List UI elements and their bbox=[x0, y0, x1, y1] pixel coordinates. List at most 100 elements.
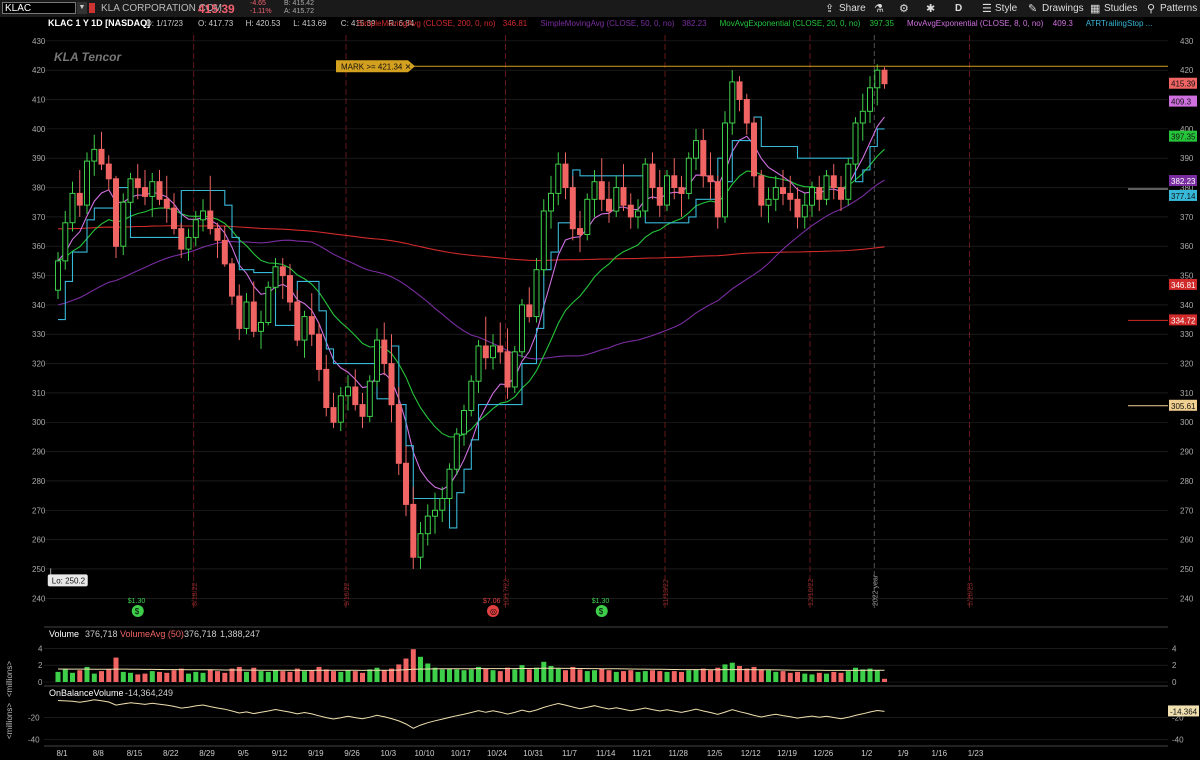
volume-bar-113 bbox=[874, 670, 880, 682]
symbol-dropdown-icon[interactable]: ▼ bbox=[77, 2, 87, 14]
candle-body-50 bbox=[417, 533, 424, 558]
candle-body-64 bbox=[519, 304, 525, 353]
volume-bar-26 bbox=[244, 671, 249, 682]
right-price-tick-420: 420 bbox=[1180, 66, 1194, 75]
volume-bar-10 bbox=[128, 672, 133, 682]
right-price-tick-340: 340 bbox=[1180, 301, 1194, 310]
volume-bar-77 bbox=[613, 671, 619, 682]
candle-body-101 bbox=[787, 192, 794, 200]
date-tick-20: 12/19 bbox=[777, 749, 798, 758]
volume-bar-52 bbox=[432, 667, 438, 682]
patterns-button[interactable]: Patterns bbox=[1160, 3, 1197, 14]
candle-body-88 bbox=[693, 140, 699, 159]
candle-body-103 bbox=[801, 204, 808, 218]
date-tick-3: 8/22 bbox=[163, 749, 179, 758]
left-price-tick-250: 250 bbox=[32, 565, 46, 574]
volume-bar-12 bbox=[142, 673, 148, 682]
right-price-tick-290: 290 bbox=[1180, 448, 1194, 457]
volume-bar-96 bbox=[751, 666, 757, 682]
volume-bar-56 bbox=[461, 670, 467, 682]
candle-body-46 bbox=[388, 363, 395, 406]
gear-icon[interactable]: ✱ bbox=[926, 2, 935, 15]
volume-bar-2 bbox=[70, 672, 75, 682]
month-label-0: 8/18/22 bbox=[192, 583, 199, 606]
volume-bar-87 bbox=[686, 670, 692, 682]
volume-bar-99 bbox=[773, 671, 779, 682]
candle-body-19 bbox=[192, 219, 199, 238]
timeframe-button[interactable]: D bbox=[955, 3, 962, 14]
date-tick-8: 9/26 bbox=[344, 749, 360, 758]
right-price-tick-240: 240 bbox=[1180, 594, 1194, 603]
candle-body-5 bbox=[91, 148, 98, 162]
drawings-button[interactable]: Drawings bbox=[1042, 3, 1084, 14]
volume-bar-104 bbox=[809, 674, 815, 682]
candle-body-66 bbox=[533, 269, 540, 318]
volume-bar-61 bbox=[497, 671, 503, 682]
volume-bar-64 bbox=[519, 665, 525, 682]
style-button[interactable]: Style bbox=[995, 3, 1017, 14]
right-price-tick-430: 430 bbox=[1180, 37, 1194, 46]
volume-bar-49 bbox=[410, 649, 416, 682]
candle-body-12 bbox=[142, 187, 148, 197]
date-tick-6: 9/12 bbox=[272, 749, 288, 758]
logo: KLA Tencor bbox=[54, 50, 122, 64]
price-tag-2: 397.35 bbox=[1171, 133, 1196, 142]
candle-body-18 bbox=[185, 236, 192, 250]
settings-icon[interactable]: ⚙ bbox=[899, 2, 909, 15]
volume-bar-73 bbox=[584, 671, 590, 682]
date-tick-4: 8/29 bbox=[199, 749, 215, 758]
candle-body-111 bbox=[859, 110, 866, 124]
top-toolbar: ▼ KLA CORPORATION COM 415.39 -4.65-1.11%… bbox=[0, 0, 1200, 18]
share-button[interactable]: Share bbox=[839, 3, 866, 14]
candle-body-68 bbox=[548, 192, 554, 212]
left-price-tick-300: 300 bbox=[32, 418, 46, 427]
left-price-tick-430: 430 bbox=[32, 37, 46, 46]
studies-button[interactable]: Studies bbox=[1104, 3, 1137, 14]
volume-unit-label: <millions> bbox=[5, 661, 14, 697]
drawings-icon[interactable]: ✎ bbox=[1028, 2, 1037, 15]
share-icon[interactable]: ⇪ bbox=[825, 2, 834, 15]
candle-body-52 bbox=[432, 509, 438, 517]
patterns-icon[interactable]: ⚲ bbox=[1147, 2, 1155, 15]
candle-body-23 bbox=[221, 239, 228, 265]
date-tick-24: 1/16 bbox=[931, 749, 947, 758]
candle-body-89 bbox=[700, 140, 707, 177]
alert-flag-icon[interactable] bbox=[89, 3, 95, 13]
volume-bar-92 bbox=[722, 664, 728, 682]
right-price-tick-300: 300 bbox=[1180, 418, 1194, 427]
volume-value: 376,718 bbox=[85, 629, 118, 639]
legend-studies: SimpleMovingAvg (CLOSE, 200, 0, no) 346.8… bbox=[357, 19, 1152, 28]
volume-bar-23 bbox=[222, 672, 228, 682]
legend-study-3: MovAvgExponential (CLOSE, 8, 0, no) bbox=[907, 19, 1044, 28]
candle-body-48 bbox=[403, 462, 409, 505]
style-icon[interactable]: ☰ bbox=[982, 2, 992, 15]
lo-label: Lo: 250.2 bbox=[52, 576, 86, 585]
right-price-tick-390: 390 bbox=[1180, 154, 1194, 163]
candle-body-109 bbox=[845, 163, 852, 200]
chart-area[interactable]: KLAC 1 Y 1D [NASDAQ] D: 1/17/23 O: 417.73… bbox=[0, 17, 1200, 760]
studies-icon[interactable]: ▦ bbox=[1090, 2, 1100, 15]
volume-bar-39 bbox=[338, 671, 344, 682]
candle-body-75 bbox=[598, 181, 605, 200]
candle-body-76 bbox=[606, 198, 612, 212]
legend-ohlc-1: O: 417.73 bbox=[198, 19, 234, 28]
flask-icon[interactable]: ⚗ bbox=[874, 2, 884, 15]
volume-bar-65 bbox=[526, 669, 532, 682]
candle-body-4 bbox=[84, 160, 90, 206]
candle-body-11 bbox=[134, 178, 141, 189]
candle-body-37 bbox=[323, 368, 330, 408]
volume-bar-102 bbox=[795, 671, 800, 682]
candle-body-35 bbox=[308, 316, 315, 335]
volume-bar-79 bbox=[628, 670, 634, 682]
symbol-input[interactable] bbox=[2, 2, 76, 14]
obv-tick-left--20: -20 bbox=[28, 714, 40, 723]
volume-bar-109 bbox=[845, 671, 851, 682]
candle-body-105 bbox=[816, 187, 823, 200]
volume-bar-71 bbox=[570, 666, 576, 682]
candle-body-3 bbox=[76, 192, 83, 206]
candle-body-21 bbox=[207, 210, 214, 230]
volume-bar-78 bbox=[621, 671, 626, 682]
event-label-2: $1.30 bbox=[592, 598, 610, 605]
volume-bar-75 bbox=[599, 668, 605, 682]
obv-label: OnBalanceVolume bbox=[49, 688, 124, 698]
